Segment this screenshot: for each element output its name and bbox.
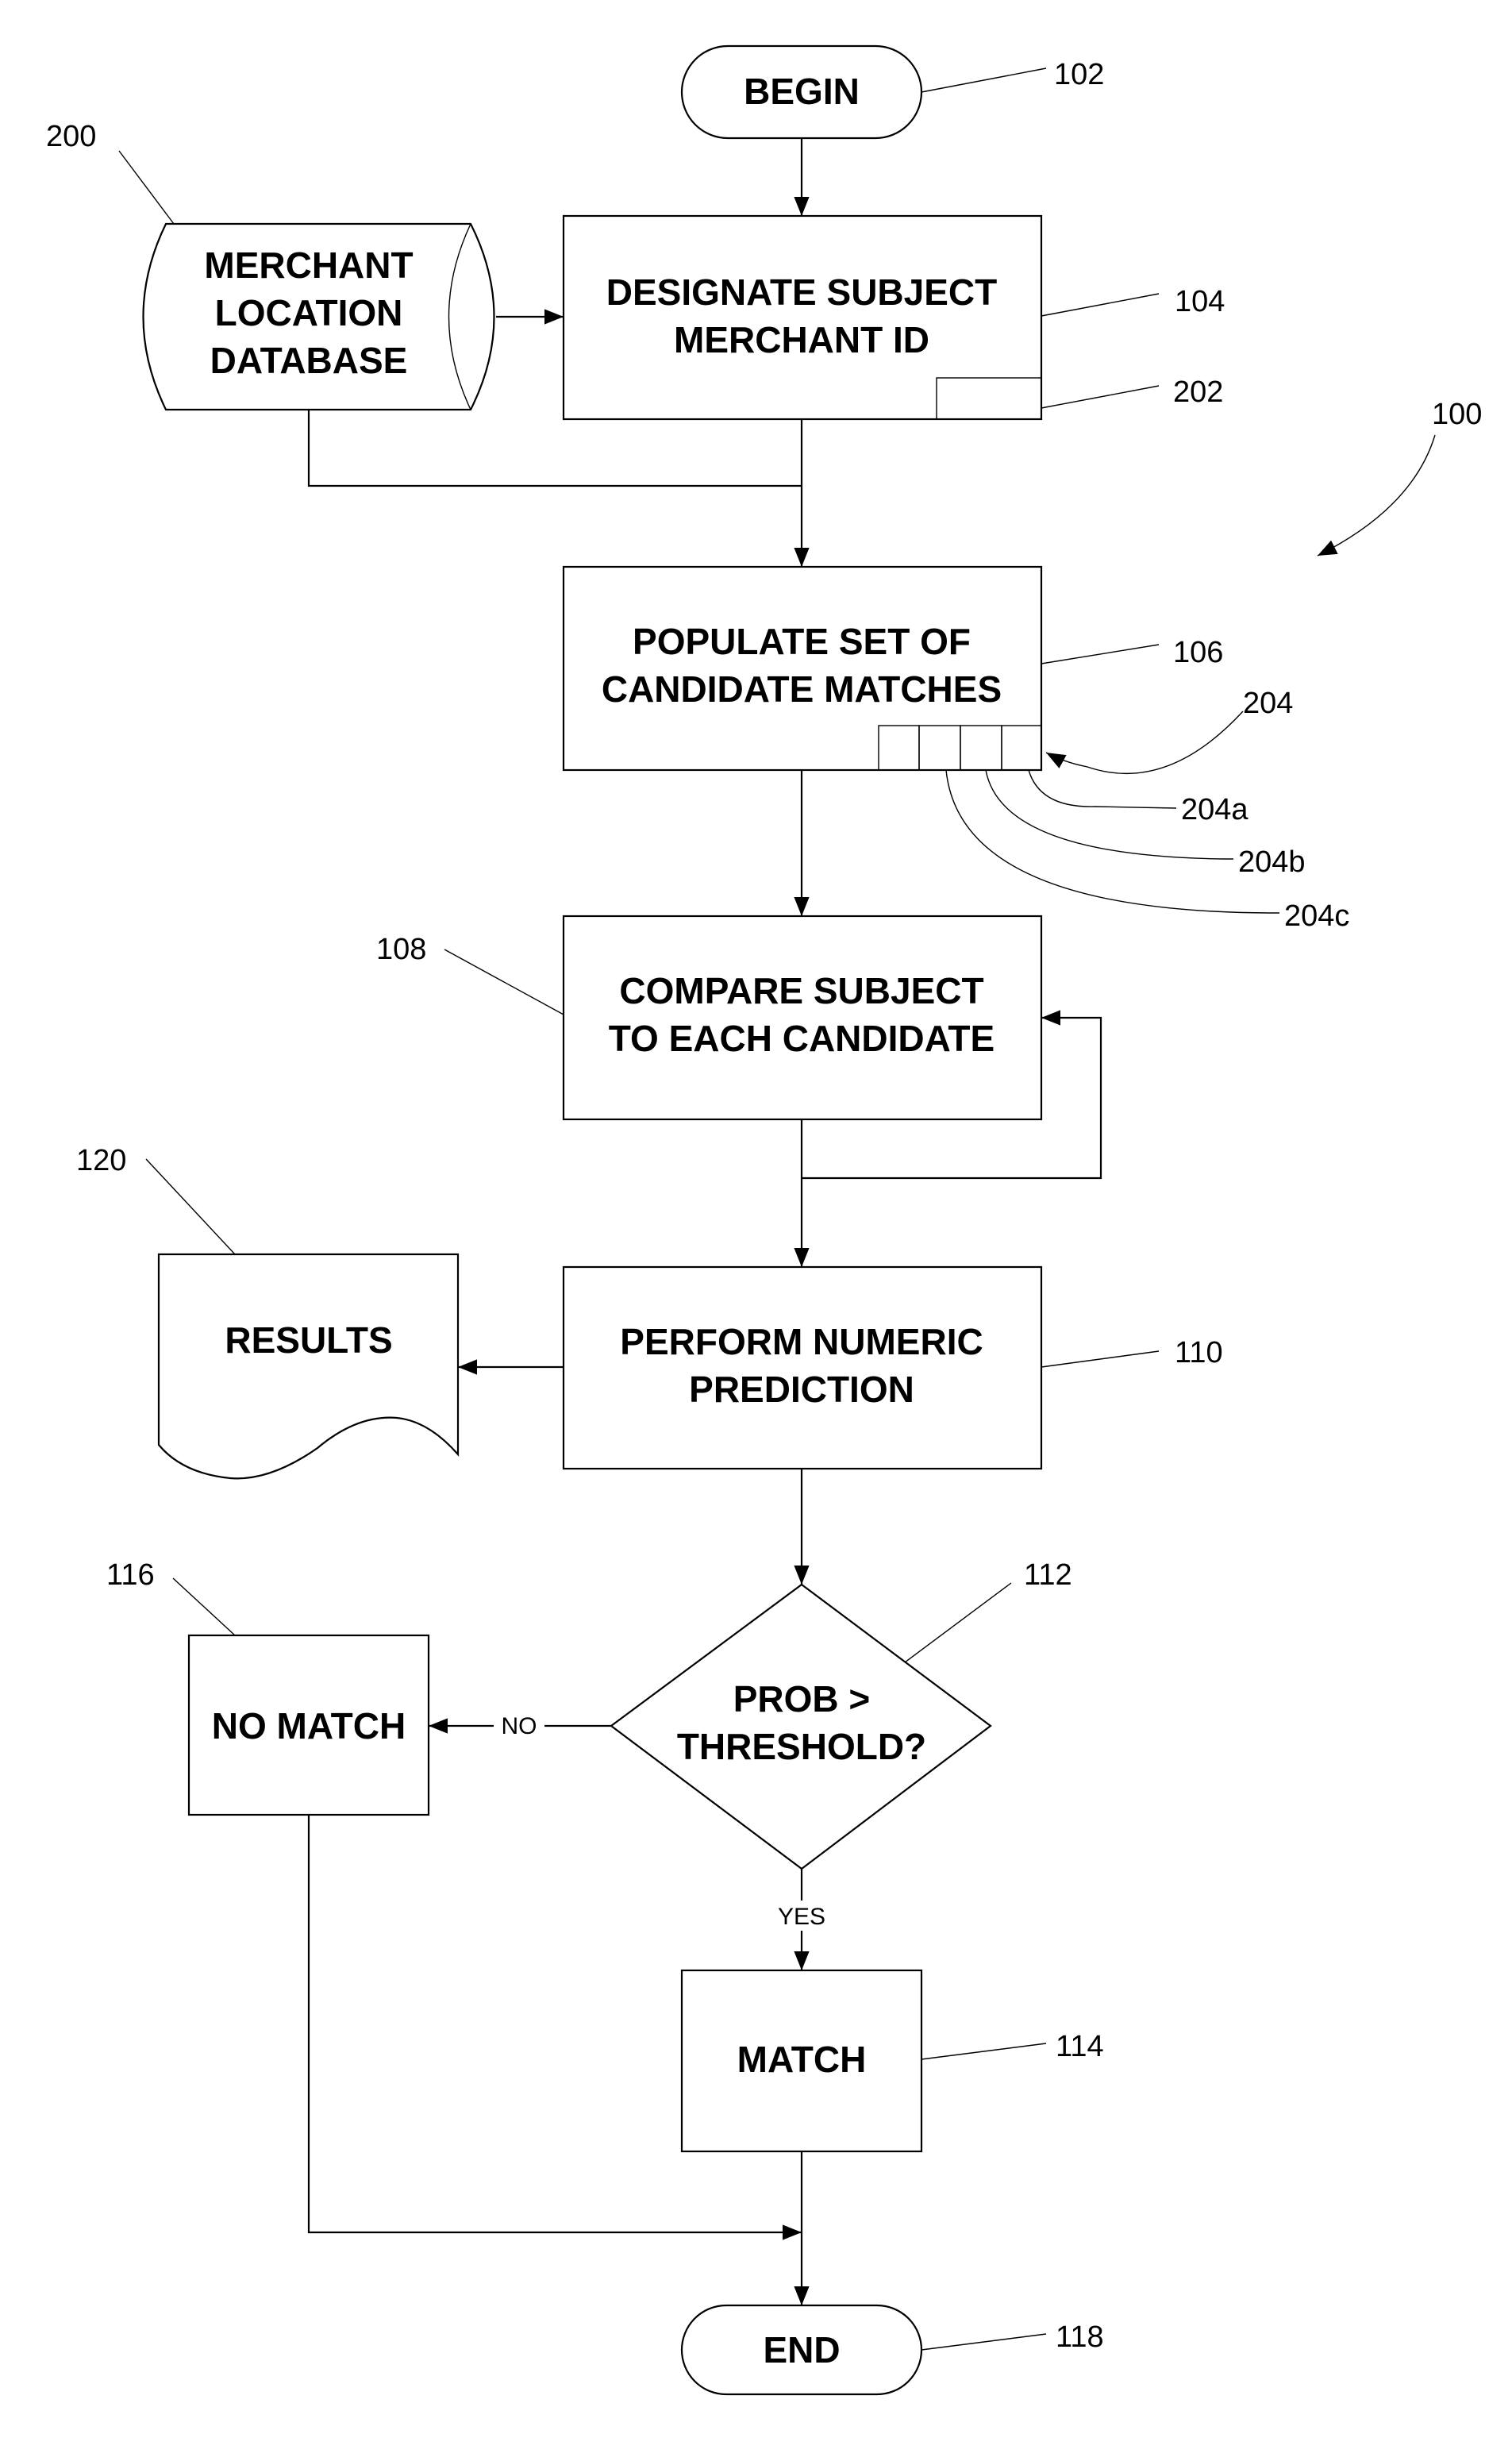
- node-compare-line-1: COMPARE SUBJECT: [619, 970, 983, 1011]
- node-compare: COMPARE SUBJECT TO EACH CANDIDATE 108: [376, 915, 1043, 1121]
- node-designate-line-2: MERCHANT ID: [674, 319, 929, 360]
- ref-120: 120: [76, 1144, 126, 1177]
- ref-112: 112: [1024, 1558, 1072, 1592]
- node-results-label: RESULTS: [225, 1319, 392, 1361]
- node-compare-line-2: TO EACH CANDIDATE: [609, 1018, 995, 1059]
- ref-114: 114: [1056, 2030, 1104, 2063]
- node-predict-line-1: PERFORM NUMERIC: [620, 1321, 983, 1362]
- ref-204c: 204c: [1284, 899, 1349, 933]
- node-database-line-3: DATABASE: [210, 340, 408, 381]
- node-decision-line-2: THRESHOLD?: [677, 1726, 926, 1767]
- ref-204a: 204a: [1181, 793, 1248, 826]
- ref-118: 118: [1056, 2320, 1104, 2354]
- node-database-line-1: MERCHANT: [204, 245, 413, 286]
- connector-database-to-merge: [307, 410, 802, 487]
- ref-110: 110: [1175, 1336, 1223, 1369]
- ref-204: 204: [1243, 687, 1293, 720]
- node-predict-line-2: PREDICTION: [689, 1369, 914, 1410]
- node-populate-line-2: CANDIDATE MATCHES: [602, 668, 1002, 710]
- node-database-line-2: LOCATION: [215, 292, 403, 333]
- node-no-match-label: NO MATCH: [212, 1705, 406, 1747]
- node-match: MATCH 114: [680, 1969, 1104, 2153]
- node-predict: PERFORM NUMERIC PREDICTION 110: [562, 1265, 1223, 1470]
- node-results: RESULTS 120: [76, 1144, 460, 1480]
- node-decision-line-1: PROB >: [733, 1678, 871, 1720]
- ref-108: 108: [376, 933, 426, 966]
- node-populate-line-1: POPULATE SET OF: [633, 621, 971, 662]
- ref-104: 104: [1175, 285, 1225, 318]
- node-end: END 118: [680, 2304, 1104, 2396]
- ref-202: 202: [1173, 376, 1223, 409]
- node-designate-line-1: DESIGNATE SUBJECT: [606, 272, 997, 313]
- ref-204b: 204b: [1238, 845, 1306, 879]
- node-no-match: NO MATCH 116: [106, 1558, 430, 1816]
- ref-116: 116: [106, 1558, 155, 1592]
- ref-100: 100: [1432, 398, 1482, 431]
- ref-200: 200: [46, 120, 96, 153]
- node-end-label: END: [763, 2329, 840, 2370]
- node-designate: DESIGNATE SUBJECT MERCHANT ID 104 202: [562, 214, 1225, 421]
- figure-ref: 100: [1317, 398, 1482, 557]
- node-match-label: MATCH: [737, 2039, 867, 2080]
- node-decision: PROB > THRESHOLD? NO YES 112: [502, 1558, 1072, 1930]
- node-populate: POPULATE SET OF CANDIDATE MATCHES 106 20…: [562, 565, 1349, 933]
- node-begin: BEGIN 102: [680, 44, 1104, 140]
- ref-102: 102: [1054, 58, 1104, 91]
- ref-106: 106: [1173, 636, 1223, 669]
- decision-yes-label: YES: [778, 1904, 825, 1930]
- decision-no-label: NO: [502, 1713, 537, 1739]
- node-database: MERCHANT LOCATION DATABASE 200: [46, 120, 495, 411]
- node-begin-label: BEGIN: [744, 71, 860, 112]
- flowchart: BEGIN 102 MERCHANT LOCATION DATABASE 200…: [46, 44, 1482, 2396]
